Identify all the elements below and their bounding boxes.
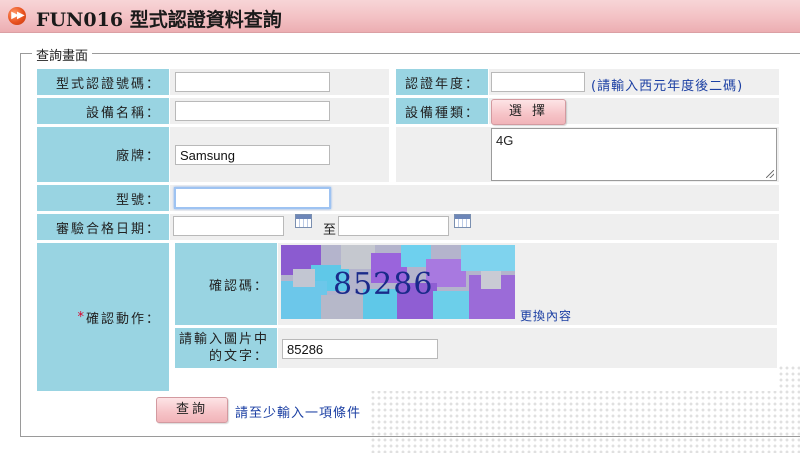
cert-no-label: 型式認證號碼： — [37, 69, 169, 95]
device-type-label: 設備種類： — [396, 98, 488, 124]
captcha-input[interactable] — [282, 339, 438, 359]
device-name-input[interactable] — [175, 101, 330, 121]
date-to-separator: 至 — [323, 223, 337, 238]
select-device-type-button[interactable]: 選 擇 — [491, 99, 566, 125]
date-label: 審驗合格日期： — [37, 214, 169, 240]
fast-forward-icon: ▶▶ — [8, 7, 26, 25]
captcha-label: 確認碼： — [175, 243, 277, 325]
resize-handle-icon[interactable] — [766, 170, 774, 178]
search-button[interactable]: 查詢 — [156, 397, 228, 423]
brand-label: 廠牌： — [37, 127, 169, 182]
fieldset-legend: 查詢畫面 — [32, 45, 93, 64]
search-hint: 請至少輸入一項條件 — [235, 406, 362, 421]
captcha-image: 85286 — [281, 245, 515, 319]
brand-input[interactable] — [175, 145, 330, 165]
verify-label: * 確認動作： — [37, 243, 169, 391]
verify-label-text: 確認動作： — [85, 311, 161, 327]
captcha-input-label-line2: 的文字： — [208, 349, 269, 364]
device-type-value: 4G — [496, 133, 514, 148]
refresh-captcha-link[interactable]: 更換內容 — [520, 307, 572, 324]
cert-year-label: 認證年度： — [396, 69, 488, 95]
date-from-input[interactable] — [173, 216, 284, 236]
cert-year-input[interactable] — [491, 72, 585, 92]
captcha-input-label-line1: 請輸入圖片中 — [178, 332, 269, 347]
captcha-code-text: 85286 — [333, 267, 434, 302]
calendar-from-icon[interactable] — [295, 214, 312, 228]
device-type-textarea[interactable]: 4G — [491, 128, 777, 181]
model-label: 型號： — [37, 185, 169, 211]
model-input[interactable] — [174, 187, 331, 209]
calendar-to-icon[interactable] — [454, 214, 471, 228]
required-mark: * — [77, 309, 86, 325]
device-name-label: 設備名稱： — [37, 98, 169, 124]
page-title: FUN016 型式認證資料查詢 — [36, 9, 282, 31]
cert-year-hint: (請輸入西元年度後二碼) — [591, 79, 744, 94]
title-bar: ▶▶ FUN016 型式認證資料查詢 — [0, 0, 800, 33]
captcha-input-label: 請輸入圖片中 的文字： — [175, 328, 277, 368]
cert-no-input[interactable] — [175, 72, 330, 92]
date-to-input[interactable] — [338, 216, 449, 236]
